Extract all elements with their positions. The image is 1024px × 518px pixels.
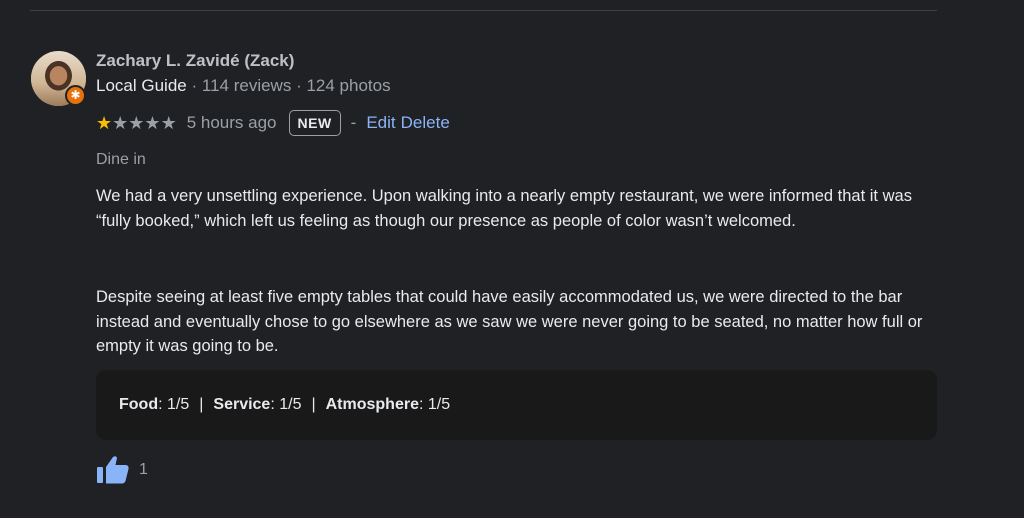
reviews-count: 114 reviews — [201, 76, 292, 95]
subrating-atmosphere-label: Atmosphere — [325, 396, 419, 413]
top-divider — [30, 10, 937, 11]
thumbs-up-icon — [97, 456, 129, 484]
star-empty-icon: ★ — [144, 113, 161, 133]
edit-link[interactable]: Edit — [366, 113, 395, 133]
subrating-food-label: Food — [119, 396, 159, 413]
rating-row: ★★★★★ 5 hours ago NEW - Edit Delete — [96, 108, 450, 138]
star-filled-icon: ★ — [96, 113, 113, 133]
subrating-food-value: 1/5 — [166, 396, 190, 413]
subrating-service-value: 1/5 — [279, 396, 302, 413]
star-empty-icon: ★ — [128, 113, 145, 133]
review-paragraph-2: Despite seeing at least five empty table… — [96, 288, 923, 355]
avatar[interactable]: ✱ — [31, 51, 86, 106]
like-button[interactable] — [96, 455, 130, 485]
star-empty-icon: ★ — [112, 113, 129, 133]
local-guide-star-icon: ✱ — [65, 85, 86, 106]
local-guide-label: Local Guide — [96, 76, 187, 95]
dine-type: Dine in — [96, 151, 146, 168]
action-separator: - — [350, 113, 357, 132]
star-rating: ★★★★★ — [96, 114, 177, 132]
new-badge: NEW — [288, 110, 341, 136]
subratings-box: Food: 1/5 | Service: 1/5 | Atmosphere: 1… — [96, 370, 937, 440]
like-row: 1 — [96, 455, 148, 485]
like-count: 1 — [139, 461, 148, 478]
review-time: 5 hours ago — [186, 113, 277, 132]
subrating-service-label: Service — [213, 396, 271, 413]
photos-count: 124 photos — [306, 76, 391, 95]
author-meta: Local Guide · 114 reviews · 124 photos — [96, 76, 391, 95]
review-paragraph-1: We had a very unsettling experience. Upo… — [96, 187, 912, 230]
star-empty-icon: ★ — [160, 113, 177, 133]
author-name[interactable]: Zachary L. Zavidé (Zack) — [96, 51, 294, 71]
delete-link[interactable]: Delete — [401, 113, 450, 133]
subrating-atmosphere-value: 1/5 — [427, 396, 451, 413]
